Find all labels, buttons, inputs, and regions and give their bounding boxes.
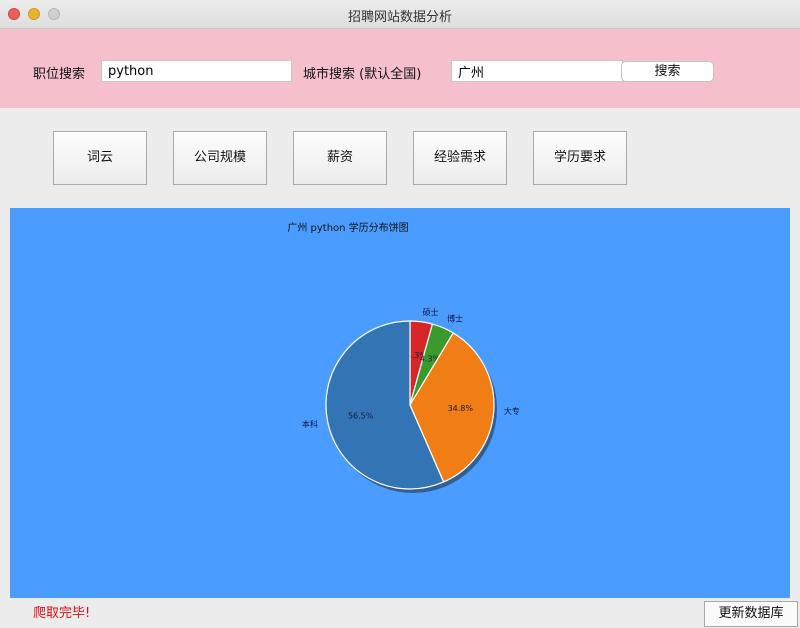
status-text: 爬取完毕! <box>33 606 91 621</box>
pie-percent-label-2: 34.8% <box>448 404 474 413</box>
tab-salary-button[interactable]: 薪资 <box>293 131 387 185</box>
job-search-input[interactable] <box>101 60 292 82</box>
tab-company-size-button[interactable]: 公司规模 <box>173 131 267 185</box>
title-bar: 招聘网站数据分析 <box>0 0 800 29</box>
city-search-input[interactable] <box>451 60 623 82</box>
update-database-button[interactable]: 更新数据库 <box>704 601 798 627</box>
pie-category-label-3: 本科 <box>302 419 318 429</box>
search-button[interactable]: 搜索 <box>621 61 714 82</box>
pie-category-label-1: 博士 <box>447 314 463 324</box>
pie-percent-label-3: 56.5% <box>348 411 374 420</box>
window-title: 招聘网站数据分析 <box>347 10 452 25</box>
pie-category-label-0: 硕士 <box>423 307 439 317</box>
tab-education-button[interactable]: 学历要求 <box>533 131 627 185</box>
chart-area: 广州 python 学历分布饼图 4.3% 硕士 4.3% 博士 34.8% 大专 56.5… <box>10 208 790 598</box>
tab-word-cloud-button[interactable]: 词云 <box>53 131 147 185</box>
city-search-label: 城市搜索 (默认全国) <box>303 67 422 82</box>
education-pie-chart: 广州 python 学历分布饼图 4.3%硕士4.3%博士34.8% 大专56.5… <box>287 221 520 493</box>
chart-title: 广州 python 学历分布饼图 <box>287 221 408 234</box>
job-search-label: 职位搜索 <box>33 67 86 82</box>
tab-experience-button[interactable]: 经验需求 <box>413 131 507 185</box>
pie-category-label-2: 大专 <box>504 406 520 416</box>
